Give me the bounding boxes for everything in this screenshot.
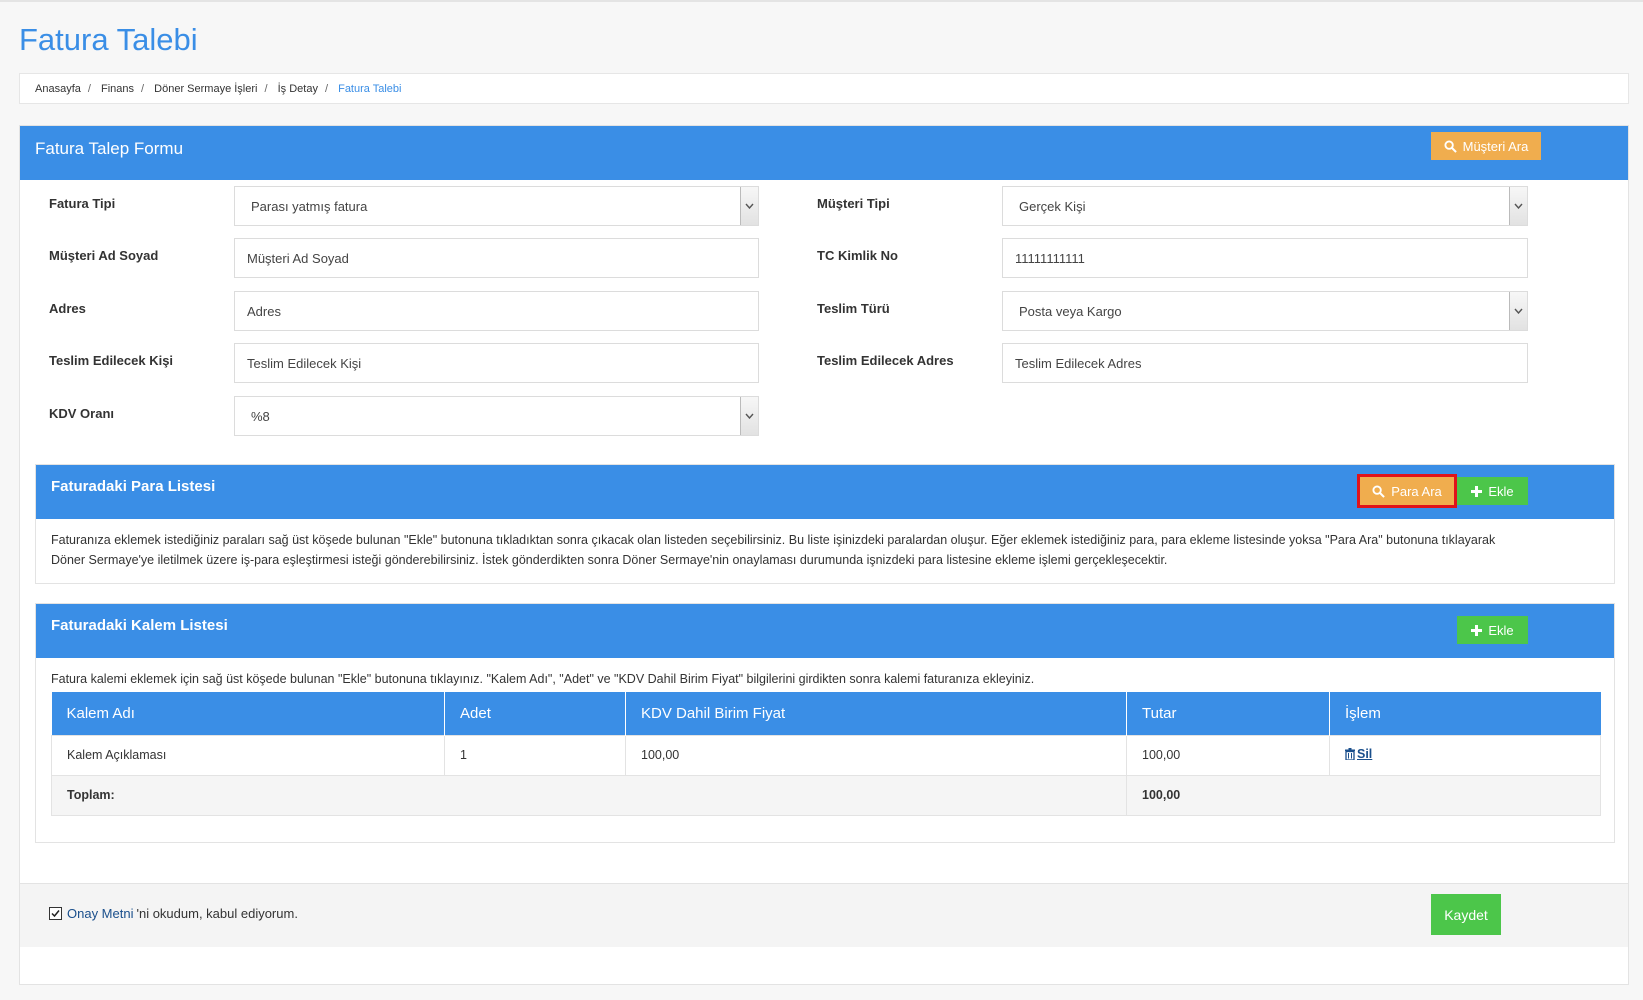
column-item-name: Kalem Adı xyxy=(51,692,445,735)
items-list-panel: Faturadaki Kalem Listesi Ekle Fatura kal… xyxy=(35,603,1615,843)
table-header-row: Kalem Adı Adet KDV Dahil Birim Fiyat Tut… xyxy=(51,692,1601,735)
breadcrumb-home[interactable]: Anasayfa xyxy=(35,83,81,95)
money-list-info-line1: Faturanıza eklemek istediğiniz paraları … xyxy=(51,533,1496,547)
customer-type-label: Müşteri Tipi xyxy=(817,196,890,211)
chevron-down-icon xyxy=(740,397,758,435)
table-row: Kalem Açıklaması 1 100,00 100,00 Sil xyxy=(51,734,1601,776)
breadcrumb: Anasayfa / Finans / Döner Sermaye İşleri / … xyxy=(19,73,1629,104)
breadcrumb-revolving-fund[interactable]: Döner Sermaye İşleri xyxy=(154,83,257,95)
delivery-address-input[interactable]: Teslim Edilecek Adres xyxy=(1002,343,1528,383)
customer-name-input[interactable]: Müşteri Ad Soyad xyxy=(234,238,759,278)
tc-no-input[interactable]: 11111111111 xyxy=(1002,238,1528,278)
breadcrumb-current: Fatura Talebi xyxy=(338,83,402,95)
column-unit-price: KDV Dahil Birim Fiyat xyxy=(625,692,1127,735)
chevron-down-icon xyxy=(1509,292,1527,330)
plus-icon xyxy=(1471,485,1483,497)
money-list-panel: Faturadaki Para Listesi Para Ara Ekle Fa… xyxy=(35,464,1615,584)
column-quantity: Adet xyxy=(444,692,626,735)
form-panel-header: Fatura Talep Formu Müşteri Ara xyxy=(20,126,1628,180)
money-list-info: Faturanıza eklemek istediğiniz paraları … xyxy=(51,530,1601,570)
cell-item-name: Kalem Açıklaması xyxy=(51,734,445,776)
delivery-person-input[interactable]: Teslim Edilecek Kişi xyxy=(234,343,759,383)
total-value: 100,00 xyxy=(1126,774,1601,816)
invoice-type-label: Fatura Tipi xyxy=(49,196,116,211)
money-list-info-line2: Döner Sermaye'ye iletilmek üzere iş-para… xyxy=(51,553,1168,567)
check-icon xyxy=(51,910,60,918)
search-customer-button[interactable]: Müşteri Ara xyxy=(1431,132,1541,160)
add-item-label: Ekle xyxy=(1488,622,1514,638)
delete-item-label: Sil xyxy=(1357,747,1373,761)
vat-rate-label: KDV Oranı xyxy=(49,406,115,421)
breadcrumb-finance[interactable]: Finans xyxy=(101,83,134,95)
delivery-type-select[interactable]: Posta veya Kargo xyxy=(1002,291,1528,331)
cell-amount: 100,00 xyxy=(1126,734,1330,776)
customer-type-value: Gerçek Kişi xyxy=(1019,198,1086,214)
delivery-type-value: Posta veya Kargo xyxy=(1019,303,1122,319)
table-total-row: Toplam: 100,00 xyxy=(51,774,1601,816)
delete-item-link[interactable]: Sil xyxy=(1345,747,1372,761)
page-title: Fatura Talebi xyxy=(19,22,198,57)
consent-text-link[interactable]: Onay Metni xyxy=(67,906,133,921)
consent-checkbox[interactable] xyxy=(49,907,62,920)
items-table: Kalem Adı Adet KDV Dahil Birim Fiyat Tut… xyxy=(51,692,1601,816)
invoice-type-value: Parası yatmış fatura xyxy=(251,198,368,214)
top-border xyxy=(0,0,1643,2)
column-amount: Tutar xyxy=(1126,692,1330,735)
cell-action: Sil xyxy=(1329,734,1601,776)
highlight-box xyxy=(1357,474,1457,508)
tc-no-value: 11111111111 xyxy=(1015,250,1085,266)
cell-quantity: 1 xyxy=(444,734,626,776)
breadcrumb-job-detail[interactable]: İş Detay xyxy=(278,83,318,95)
add-money-button[interactable]: Ekle xyxy=(1457,477,1528,505)
chevron-down-icon xyxy=(1509,187,1527,225)
consent-row: Onay Metni'ni okudum, kabul ediyorum. xyxy=(49,906,298,921)
items-list-info: Fatura kalemi eklemek için sağ üst köşed… xyxy=(51,672,1035,686)
address-input[interactable]: Adres xyxy=(234,291,759,331)
customer-name-value: Müşteri Ad Soyad xyxy=(247,250,349,266)
money-list-title: Faturadaki Para Listesi xyxy=(51,478,216,495)
add-money-label: Ekle xyxy=(1488,483,1514,499)
total-label: Toplam: xyxy=(51,774,1127,816)
add-item-button[interactable]: Ekle xyxy=(1457,616,1528,644)
invoice-request-panel: Fatura Talep Formu Müşteri Ara Fatura Ti… xyxy=(19,125,1629,985)
items-list-header: Faturadaki Kalem Listesi Ekle xyxy=(36,604,1614,658)
consent-text: 'ni okudum, kabul ediyorum. xyxy=(136,906,298,921)
delivery-person-value: Teslim Edilecek Kişi xyxy=(247,355,362,371)
address-label: Adres xyxy=(49,301,86,316)
customer-type-select[interactable]: Gerçek Kişi xyxy=(1002,186,1528,226)
delivery-type-label: Teslim Türü xyxy=(817,301,890,316)
search-customer-label: Müşteri Ara xyxy=(1462,138,1529,154)
customer-name-label: Müşteri Ad Soyad xyxy=(49,248,159,263)
search-icon xyxy=(1444,139,1457,153)
money-list-header: Faturadaki Para Listesi Para Ara Ekle xyxy=(36,465,1614,519)
form-footer: Onay Metni'ni okudum, kabul ediyorum. Ka… xyxy=(20,883,1628,947)
delivery-address-label: Teslim Edilecek Adres xyxy=(817,353,954,368)
plus-icon xyxy=(1471,624,1483,636)
address-value: Adres xyxy=(247,303,281,319)
vat-rate-select[interactable]: %8 xyxy=(234,396,759,436)
items-list-title: Faturadaki Kalem Listesi xyxy=(51,617,228,634)
chevron-down-icon xyxy=(740,187,758,225)
invoice-type-select[interactable]: Parası yatmış fatura xyxy=(234,186,759,226)
vat-rate-value: %8 xyxy=(251,408,270,424)
delivery-address-value: Teslim Edilecek Adres xyxy=(1015,355,1142,371)
delivery-person-label: Teslim Edilecek Kişi xyxy=(49,353,174,368)
tc-no-label: TC Kimlik No xyxy=(817,248,898,263)
trash-icon xyxy=(1345,748,1355,760)
cell-unit-price: 100,00 xyxy=(625,734,1127,776)
form-panel-title: Fatura Talep Formu xyxy=(35,139,184,158)
column-action: İşlem xyxy=(1329,692,1601,735)
save-button[interactable]: Kaydet xyxy=(1431,894,1501,935)
